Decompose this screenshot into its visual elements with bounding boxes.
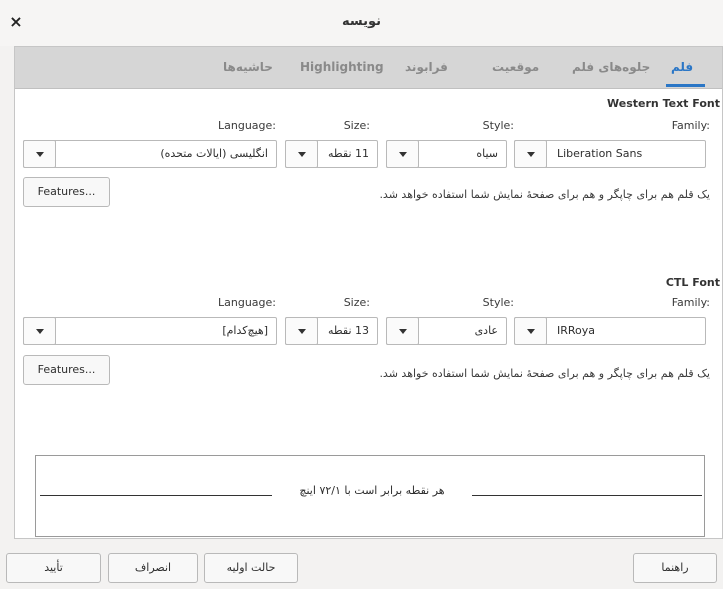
window-title: نویسه	[341, 14, 382, 29]
ctl-language-label: Language:	[218, 296, 276, 309]
tab-font[interactable]: فلم	[671, 60, 693, 80]
title-bar: × نویسه	[0, 0, 723, 46]
western-family-combo[interactable]: Liberation Sans	[514, 140, 706, 168]
chevron-down-icon[interactable]	[285, 317, 318, 345]
baseline-right	[472, 495, 702, 496]
chevron-down-icon[interactable]	[285, 140, 318, 168]
western-family-label: Family:	[671, 119, 710, 132]
ctl-font-heading: CTL Font	[665, 276, 720, 289]
tab-position[interactable]: موقعیت	[492, 60, 539, 80]
ctl-style-value: عادی	[474, 324, 498, 337]
western-style-label: Style:	[482, 119, 514, 132]
ctl-style-label: Style:	[482, 296, 514, 309]
baseline-left	[40, 495, 272, 496]
western-style-value: سیاه	[476, 147, 498, 160]
chevron-down-icon[interactable]	[386, 317, 419, 345]
tab-notebook: فلم جلوه‌های فلم موقعیت فرابوند Highligh…	[14, 46, 723, 539]
ctl-family-combo[interactable]: IRRoya	[514, 317, 706, 345]
tab-borders[interactable]: حاشیه‌ها	[223, 60, 273, 80]
western-style-combo[interactable]: سیاه	[386, 140, 507, 168]
chevron-down-icon[interactable]	[23, 317, 56, 345]
active-tab-indicator	[666, 84, 705, 87]
ctl-size-value: 13 نقطه	[327, 324, 369, 337]
western-hint-text: یک قلم هم برای چاپگر و هم برای صفحهٔ نما…	[379, 188, 710, 201]
tab-highlighting[interactable]: Highlighting	[300, 60, 384, 80]
preview-text: هر نقطه برابر است با ۷۲/۱ اینچ	[299, 484, 445, 497]
western-language-combo[interactable]: انگلیسی (ایالات متحده)	[23, 140, 277, 168]
ctl-size-label: Size:	[343, 296, 370, 309]
ctl-language-value: [هیچ‌کدام]	[222, 324, 268, 337]
chevron-down-icon[interactable]	[386, 140, 419, 168]
western-features-button[interactable]: Features...	[23, 177, 110, 207]
ctl-hint-text: یک قلم هم برای چاپگر و هم برای صفحهٔ نما…	[379, 367, 710, 380]
western-size-label: Size:	[343, 119, 370, 132]
ctl-family-label: Family:	[671, 296, 710, 309]
tab-font-effects[interactable]: جلوه‌های فلم	[572, 60, 650, 80]
western-language-value: انگلیسی (ایالات متحده)	[160, 147, 268, 160]
tab-hyperlink[interactable]: فرابوند	[405, 60, 448, 80]
font-preview: هر نقطه برابر است با ۷۲/۱ اینچ	[35, 455, 705, 537]
ok-button[interactable]: تأیید	[6, 553, 101, 583]
western-size-value: 11 نقطه	[327, 147, 369, 160]
help-button[interactable]: راهنما	[633, 553, 717, 583]
ctl-family-value: IRRoya	[557, 324, 596, 337]
cancel-button[interactable]: انصراف	[108, 553, 198, 583]
western-size-combo[interactable]: 11 نقطه	[285, 140, 378, 168]
tab-bar: فلم جلوه‌های فلم موقعیت فرابوند Highligh…	[15, 47, 722, 89]
ctl-style-combo[interactable]: عادی	[386, 317, 507, 345]
chevron-down-icon[interactable]	[514, 140, 547, 168]
reset-button[interactable]: حالت اولیه	[204, 553, 298, 583]
ctl-language-combo[interactable]: [هیچ‌کدام]	[23, 317, 277, 345]
western-language-label: Language:	[218, 119, 276, 132]
ctl-features-button[interactable]: Features...	[23, 355, 110, 385]
chevron-down-icon[interactable]	[23, 140, 56, 168]
western-family-value: Liberation Sans	[557, 147, 643, 160]
chevron-down-icon[interactable]	[514, 317, 547, 345]
ctl-size-combo[interactable]: 13 نقطه	[285, 317, 378, 345]
western-font-heading: Western Text Font	[607, 97, 720, 110]
